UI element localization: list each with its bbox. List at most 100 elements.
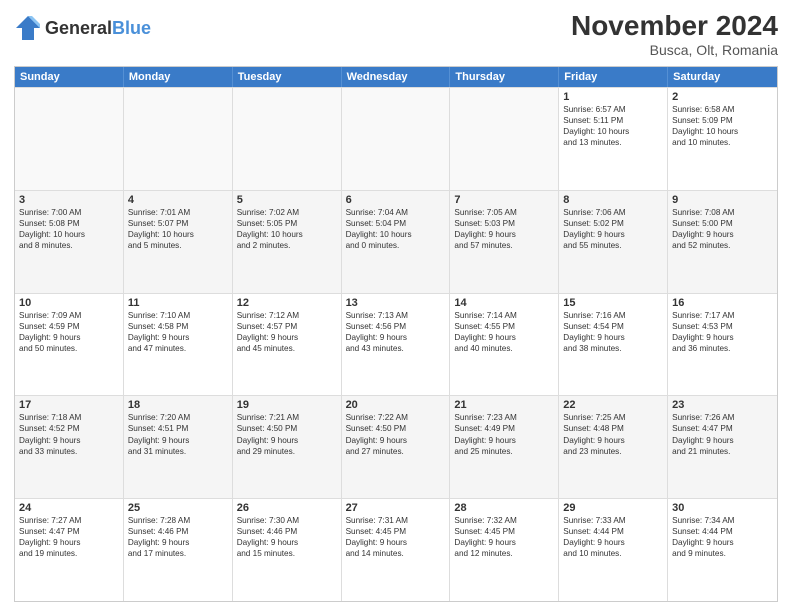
calendar: Sunday Monday Tuesday Wednesday Thursday… bbox=[14, 66, 778, 602]
calendar-cell-1-5: 8Sunrise: 7:06 AMSunset: 5:02 PMDaylight… bbox=[559, 191, 668, 293]
calendar-cell-1-6: 9Sunrise: 7:08 AMSunset: 5:00 PMDaylight… bbox=[668, 191, 777, 293]
day-info: Sunrise: 6:57 AMSunset: 5:11 PMDaylight:… bbox=[563, 104, 663, 148]
day-info: Sunrise: 7:17 AMSunset: 4:53 PMDaylight:… bbox=[672, 310, 773, 354]
day-info: Sunrise: 7:18 AMSunset: 4:52 PMDaylight:… bbox=[19, 412, 119, 456]
calendar-cell-1-1: 4Sunrise: 7:01 AMSunset: 5:07 PMDaylight… bbox=[124, 191, 233, 293]
logo-general: GeneralBlue bbox=[45, 18, 151, 39]
logo: GeneralBlue bbox=[14, 14, 151, 42]
calendar-row-3: 17Sunrise: 7:18 AMSunset: 4:52 PMDayligh… bbox=[15, 395, 777, 498]
day-info: Sunrise: 7:13 AMSunset: 4:56 PMDaylight:… bbox=[346, 310, 446, 354]
day-number: 4 bbox=[128, 194, 228, 206]
calendar-cell-3-2: 19Sunrise: 7:21 AMSunset: 4:50 PMDayligh… bbox=[233, 396, 342, 498]
day-number: 9 bbox=[672, 194, 773, 206]
calendar-cell-1-0: 3Sunrise: 7:00 AMSunset: 5:08 PMDaylight… bbox=[15, 191, 124, 293]
day-info: Sunrise: 7:28 AMSunset: 4:46 PMDaylight:… bbox=[128, 515, 228, 559]
calendar-cell-1-3: 6Sunrise: 7:04 AMSunset: 5:04 PMDaylight… bbox=[342, 191, 451, 293]
calendar-cell-4-2: 26Sunrise: 7:30 AMSunset: 4:46 PMDayligh… bbox=[233, 499, 342, 601]
day-info: Sunrise: 7:04 AMSunset: 5:04 PMDaylight:… bbox=[346, 207, 446, 251]
day-number: 21 bbox=[454, 399, 554, 411]
day-info: Sunrise: 7:10 AMSunset: 4:58 PMDaylight:… bbox=[128, 310, 228, 354]
day-info: Sunrise: 7:30 AMSunset: 4:46 PMDaylight:… bbox=[237, 515, 337, 559]
day-info: Sunrise: 7:14 AMSunset: 4:55 PMDaylight:… bbox=[454, 310, 554, 354]
header-friday: Friday bbox=[559, 67, 668, 87]
day-info: Sunrise: 6:58 AMSunset: 5:09 PMDaylight:… bbox=[672, 104, 773, 148]
calendar-cell-0-6: 2Sunrise: 6:58 AMSunset: 5:09 PMDaylight… bbox=[668, 88, 777, 190]
calendar-cell-0-0 bbox=[15, 88, 124, 190]
day-number: 16 bbox=[672, 297, 773, 309]
day-info: Sunrise: 7:23 AMSunset: 4:49 PMDaylight:… bbox=[454, 412, 554, 456]
day-info: Sunrise: 7:31 AMSunset: 4:45 PMDaylight:… bbox=[346, 515, 446, 559]
day-info: Sunrise: 7:33 AMSunset: 4:44 PMDaylight:… bbox=[563, 515, 663, 559]
header-thursday: Thursday bbox=[450, 67, 559, 87]
day-number: 8 bbox=[563, 194, 663, 206]
calendar-cell-2-4: 14Sunrise: 7:14 AMSunset: 4:55 PMDayligh… bbox=[450, 294, 559, 396]
day-number: 11 bbox=[128, 297, 228, 309]
calendar-cell-2-3: 13Sunrise: 7:13 AMSunset: 4:56 PMDayligh… bbox=[342, 294, 451, 396]
calendar-cell-4-3: 27Sunrise: 7:31 AMSunset: 4:45 PMDayligh… bbox=[342, 499, 451, 601]
day-info: Sunrise: 7:05 AMSunset: 5:03 PMDaylight:… bbox=[454, 207, 554, 251]
calendar-cell-2-6: 16Sunrise: 7:17 AMSunset: 4:53 PMDayligh… bbox=[668, 294, 777, 396]
calendar-cell-4-0: 24Sunrise: 7:27 AMSunset: 4:47 PMDayligh… bbox=[15, 499, 124, 601]
calendar-cell-0-5: 1Sunrise: 6:57 AMSunset: 5:11 PMDaylight… bbox=[559, 88, 668, 190]
day-number: 24 bbox=[19, 502, 119, 514]
day-number: 25 bbox=[128, 502, 228, 514]
calendar-cell-2-0: 10Sunrise: 7:09 AMSunset: 4:59 PMDayligh… bbox=[15, 294, 124, 396]
page: GeneralBlue November 2024 Busca, Olt, Ro… bbox=[0, 0, 792, 612]
calendar-cell-0-3 bbox=[342, 88, 451, 190]
calendar-cell-4-1: 25Sunrise: 7:28 AMSunset: 4:46 PMDayligh… bbox=[124, 499, 233, 601]
day-info: Sunrise: 7:16 AMSunset: 4:54 PMDaylight:… bbox=[563, 310, 663, 354]
title-block: November 2024 Busca, Olt, Romania bbox=[571, 10, 778, 58]
logo-icon bbox=[14, 14, 42, 42]
day-number: 29 bbox=[563, 502, 663, 514]
day-info: Sunrise: 7:12 AMSunset: 4:57 PMDaylight:… bbox=[237, 310, 337, 354]
calendar-body: 1Sunrise: 6:57 AMSunset: 5:11 PMDaylight… bbox=[15, 87, 777, 601]
calendar-row-1: 3Sunrise: 7:00 AMSunset: 5:08 PMDaylight… bbox=[15, 190, 777, 293]
calendar-cell-2-1: 11Sunrise: 7:10 AMSunset: 4:58 PMDayligh… bbox=[124, 294, 233, 396]
day-info: Sunrise: 7:00 AMSunset: 5:08 PMDaylight:… bbox=[19, 207, 119, 251]
header-sunday: Sunday bbox=[15, 67, 124, 87]
main-title: November 2024 bbox=[571, 10, 778, 42]
day-info: Sunrise: 7:01 AMSunset: 5:07 PMDaylight:… bbox=[128, 207, 228, 251]
day-info: Sunrise: 7:32 AMSunset: 4:45 PMDaylight:… bbox=[454, 515, 554, 559]
day-number: 12 bbox=[237, 297, 337, 309]
calendar-row-0: 1Sunrise: 6:57 AMSunset: 5:11 PMDaylight… bbox=[15, 87, 777, 190]
day-number: 5 bbox=[237, 194, 337, 206]
day-info: Sunrise: 7:34 AMSunset: 4:44 PMDaylight:… bbox=[672, 515, 773, 559]
calendar-row-4: 24Sunrise: 7:27 AMSunset: 4:47 PMDayligh… bbox=[15, 498, 777, 601]
calendar-cell-2-2: 12Sunrise: 7:12 AMSunset: 4:57 PMDayligh… bbox=[233, 294, 342, 396]
day-number: 22 bbox=[563, 399, 663, 411]
day-info: Sunrise: 7:02 AMSunset: 5:05 PMDaylight:… bbox=[237, 207, 337, 251]
calendar-header: Sunday Monday Tuesday Wednesday Thursday… bbox=[15, 67, 777, 87]
subtitle: Busca, Olt, Romania bbox=[571, 42, 778, 58]
day-number: 10 bbox=[19, 297, 119, 309]
day-info: Sunrise: 7:21 AMSunset: 4:50 PMDaylight:… bbox=[237, 412, 337, 456]
day-number: 18 bbox=[128, 399, 228, 411]
day-number: 30 bbox=[672, 502, 773, 514]
header-tuesday: Tuesday bbox=[233, 67, 342, 87]
day-number: 2 bbox=[672, 91, 773, 103]
day-number: 27 bbox=[346, 502, 446, 514]
day-number: 7 bbox=[454, 194, 554, 206]
header-wednesday: Wednesday bbox=[342, 67, 451, 87]
day-number: 17 bbox=[19, 399, 119, 411]
day-number: 20 bbox=[346, 399, 446, 411]
day-info: Sunrise: 7:20 AMSunset: 4:51 PMDaylight:… bbox=[128, 412, 228, 456]
calendar-cell-0-4 bbox=[450, 88, 559, 190]
day-info: Sunrise: 7:26 AMSunset: 4:47 PMDaylight:… bbox=[672, 412, 773, 456]
calendar-cell-4-4: 28Sunrise: 7:32 AMSunset: 4:45 PMDayligh… bbox=[450, 499, 559, 601]
day-info: Sunrise: 7:25 AMSunset: 4:48 PMDaylight:… bbox=[563, 412, 663, 456]
header-monday: Monday bbox=[124, 67, 233, 87]
calendar-cell-4-5: 29Sunrise: 7:33 AMSunset: 4:44 PMDayligh… bbox=[559, 499, 668, 601]
day-number: 1 bbox=[563, 91, 663, 103]
calendar-cell-3-4: 21Sunrise: 7:23 AMSunset: 4:49 PMDayligh… bbox=[450, 396, 559, 498]
calendar-cell-0-1 bbox=[124, 88, 233, 190]
calendar-cell-4-6: 30Sunrise: 7:34 AMSunset: 4:44 PMDayligh… bbox=[668, 499, 777, 601]
calendar-cell-3-5: 22Sunrise: 7:25 AMSunset: 4:48 PMDayligh… bbox=[559, 396, 668, 498]
day-info: Sunrise: 7:22 AMSunset: 4:50 PMDaylight:… bbox=[346, 412, 446, 456]
calendar-cell-3-3: 20Sunrise: 7:22 AMSunset: 4:50 PMDayligh… bbox=[342, 396, 451, 498]
day-number: 26 bbox=[237, 502, 337, 514]
day-number: 6 bbox=[346, 194, 446, 206]
day-number: 13 bbox=[346, 297, 446, 309]
day-info: Sunrise: 7:08 AMSunset: 5:00 PMDaylight:… bbox=[672, 207, 773, 251]
day-number: 23 bbox=[672, 399, 773, 411]
